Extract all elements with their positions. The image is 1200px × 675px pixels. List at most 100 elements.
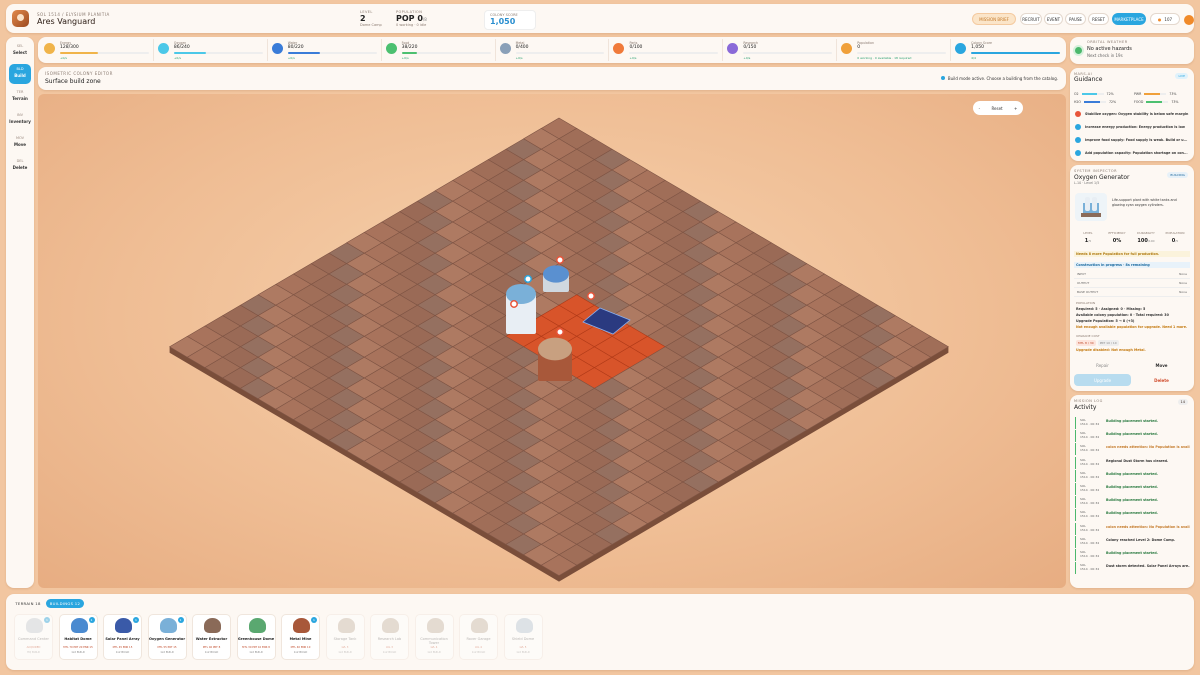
building-name: Water Extractor bbox=[195, 637, 228, 641]
building-card-oxygen-generator[interactable]: 1 Oxygen Generator MTL 55 PRT 15 1x2 BUILD bbox=[147, 614, 187, 660]
sidebar-item-label: Build bbox=[14, 73, 26, 78]
habitat-dome-building[interactable] bbox=[543, 265, 569, 292]
building-name: Shield Dome bbox=[511, 637, 535, 641]
event-button[interactable]: EVENT bbox=[1044, 13, 1063, 25]
population-value: POP 0 bbox=[396, 14, 423, 23]
building-card-metal-mine[interactable]: 1 Metal Mine MTL 40 ENR 10 1x2 BUILD bbox=[281, 614, 320, 660]
oxygen-generator-building[interactable] bbox=[506, 284, 536, 334]
map-grid[interactable] bbox=[38, 94, 1066, 588]
metal-mine-building[interactable] bbox=[538, 337, 572, 381]
sidebar-item-inventory[interactable]: INV Inventory bbox=[9, 110, 31, 130]
sidebar-item-move[interactable]: MOV Move bbox=[9, 133, 31, 153]
building-card-water-extractor[interactable]: Water Extractor MTL 40 PRT 8 1x2 BUILD bbox=[192, 614, 231, 660]
log-message: Building placement started. bbox=[1106, 551, 1158, 555]
sidebar-item-terrain[interactable]: TER Terrain bbox=[9, 87, 31, 107]
building-card-shield-dome[interactable]: Shield Dome LVL 5 1x2 BUILD bbox=[503, 614, 543, 660]
status-marker-icon[interactable] bbox=[556, 328, 564, 336]
guidance-stat-key: FOOD bbox=[1134, 100, 1144, 104]
log-message: Building placement started. bbox=[1106, 471, 1158, 476]
building-tier: 1x2 BUILD bbox=[427, 651, 441, 654]
research-icon bbox=[727, 43, 739, 54]
log-entry: SOL 1514 · 00:34 Regional Dust Storm has c… bbox=[1075, 456, 1191, 469]
guidance-item[interactable]: Increase energy production: Energy produ… bbox=[1074, 121, 1190, 133]
sidebar-item-label: Move bbox=[13, 142, 27, 147]
resource-value: 80/220 bbox=[287, 45, 304, 50]
building-cost: MTL 40 PRT 8 bbox=[202, 646, 221, 649]
user-avatar[interactable] bbox=[1184, 15, 1194, 25]
sidebar-item-label: Terrain bbox=[12, 96, 28, 101]
tab-buildings[interactable]: BUILDINGS 12 bbox=[46, 599, 84, 608]
building-icon bbox=[115, 618, 132, 633]
building-card-storage-tank[interactable]: Storage Tank LVL 3 1x2 BUILD bbox=[325, 614, 365, 660]
guidance-item[interactable]: Stabilize oxygen: Oxygen stability is be… bbox=[1074, 108, 1190, 120]
resource-water: Water 80/220 +0/s bbox=[268, 39, 382, 61]
resource-delta: +0/s bbox=[629, 55, 637, 60]
status-marker-icon[interactable] bbox=[524, 275, 532, 283]
building-card-communication-tower[interactable]: Communication Tower LVL 4 1x2 BUILD bbox=[414, 614, 454, 660]
guidance-item-text: Add population capacity: Population shor… bbox=[1085, 151, 1188, 155]
log-time: SOL 1514 · 00:34 bbox=[1080, 444, 1099, 452]
building-card-research-lab[interactable]: Research Lab LVL 3 1x2 BUILD bbox=[370, 614, 409, 660]
log-time: SOL 1514 · 00:34 bbox=[1080, 431, 1099, 439]
reset-button[interactable]: RESET bbox=[1088, 13, 1109, 25]
resource-bar: Energy 128/300 +0/s Oxygen 86/240 +0/s Water 80… bbox=[38, 37, 1066, 63]
resource-delta: +0/s bbox=[173, 55, 181, 60]
building-cost: LVL 5 bbox=[519, 646, 527, 649]
resource-food: Food 38/220 +0/s bbox=[382, 39, 496, 61]
zoom-out-button[interactable]: - bbox=[979, 106, 980, 111]
building-card-rover-garage[interactable]: Rover Garage LVL 4 1x2 BUILD bbox=[459, 614, 498, 660]
population-max: /8 bbox=[422, 17, 427, 22]
tab-terrain[interactable]: TERRAIN 18 bbox=[12, 599, 44, 608]
status-marker-icon[interactable] bbox=[510, 300, 518, 308]
status-marker-icon[interactable] bbox=[587, 292, 595, 300]
log-entry: SOL 1514 · 00:34 colon needs attention: No… bbox=[1075, 522, 1191, 535]
building-card-command-center[interactable]: 1 Command Center ACQUIRED HQ BUILD bbox=[14, 614, 53, 660]
level-metric: LEVEL 1/5 bbox=[1074, 231, 1102, 244]
input-value: None bbox=[1179, 272, 1187, 276]
level-value: 2 bbox=[360, 14, 366, 23]
guidance-item[interactable]: Improve food supply: Food supply is weak… bbox=[1074, 134, 1190, 146]
building-tier: 1x2 BUILD bbox=[293, 651, 308, 654]
sidebar-item-select[interactable]: SEL Select bbox=[9, 41, 31, 61]
population-metric-label: POPULATION bbox=[1165, 231, 1185, 235]
status-marker-icon[interactable] bbox=[556, 256, 564, 264]
recruit-button[interactable]: RECRUIT bbox=[1020, 13, 1042, 25]
building-icon bbox=[248, 618, 266, 633]
building-name: Oxygen Generator bbox=[148, 637, 186, 641]
sidebar-item-key: DEL bbox=[16, 159, 24, 163]
sidebar-item-build[interactable]: BLD Build bbox=[9, 64, 31, 84]
resource-bar-track bbox=[743, 52, 833, 54]
water-icon bbox=[271, 43, 283, 54]
base-output-value: None bbox=[1179, 290, 1187, 294]
efficiency-label: EFFICIENCY bbox=[1108, 231, 1126, 235]
resource-delta: +0/s bbox=[60, 55, 67, 60]
delete-button[interactable]: Delete bbox=[1133, 374, 1190, 386]
building-card-solar-panel-array[interactable]: 1 Solar Panel Array MTL 45 ENR 15 1x2 BUILD bbox=[103, 614, 142, 660]
log-time: SOL 1514 · 00:34 bbox=[1080, 471, 1099, 479]
coins-button[interactable]: ● 107 bbox=[1150, 13, 1180, 25]
marketplace-button[interactable]: MARKETPLACE bbox=[1112, 13, 1146, 25]
log-timestamp: 1514 · 00:34 bbox=[1080, 540, 1100, 545]
building-tier: 1x2 BUILD bbox=[115, 651, 130, 654]
building-card-habitat-dome[interactable]: 1 Habitat Dome MTL 70 PRT 20 ENR 15 1x2 BUI… bbox=[58, 614, 98, 660]
repair-button[interactable]: Repair bbox=[1074, 359, 1131, 371]
output-label: OUTPUT bbox=[1077, 281, 1090, 285]
guidance-stat-value: 73% bbox=[1171, 100, 1179, 104]
zoom-in-button[interactable]: + bbox=[1014, 106, 1017, 111]
guidance-item[interactable]: Add population capacity: Population shor… bbox=[1074, 147, 1190, 159]
output-value: None bbox=[1179, 281, 1187, 285]
mission-brief-button[interactable]: MISSION BRIEF bbox=[972, 13, 1016, 25]
level-metric-max: /5 bbox=[1088, 239, 1092, 243]
building-cost: MTL 45 ENR 15 bbox=[112, 646, 133, 649]
zoom-controls: - Reset + bbox=[973, 101, 1023, 115]
guidance-stat-key: H2O bbox=[1074, 100, 1081, 104]
resource-delta: +0/s bbox=[401, 55, 409, 60]
zoom-reset-button[interactable]: Reset bbox=[991, 106, 1002, 111]
move-button[interactable]: Move bbox=[1133, 359, 1190, 371]
upgrade-button[interactable]: Upgrade bbox=[1074, 374, 1131, 386]
building-name: Greenhouse Dome bbox=[237, 637, 275, 641]
isometric-map[interactable] bbox=[38, 94, 1066, 588]
sidebar-item-delete[interactable]: DEL Delete bbox=[9, 156, 31, 176]
pause-button[interactable]: PAUSE bbox=[1065, 13, 1086, 25]
building-card-greenhouse-dome[interactable]: Greenhouse Dome MTL 30 PRT 10 ENR 8 1x2 BU… bbox=[236, 614, 276, 660]
